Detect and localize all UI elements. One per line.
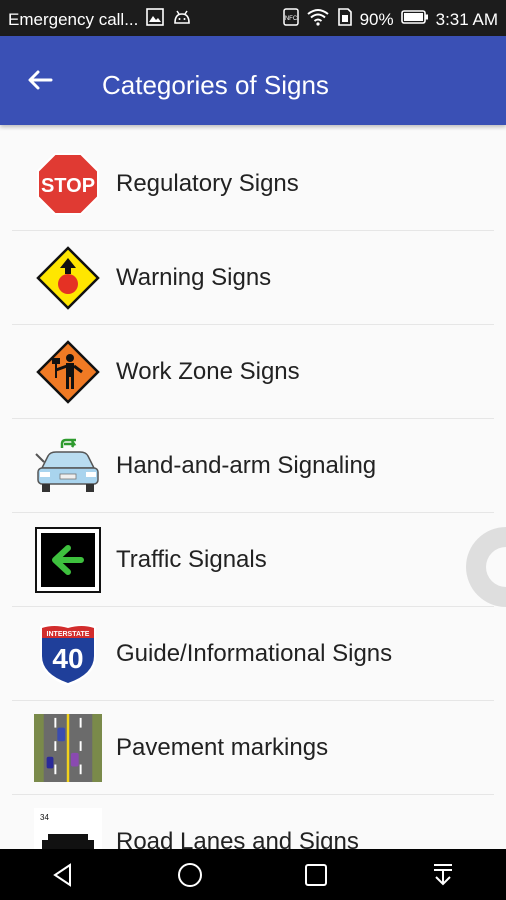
interstate-40-icon: INTERSTATE 40 [34, 620, 102, 688]
road-markings-icon [34, 713, 102, 782]
list-item-label: Work Zone Signs [116, 357, 300, 385]
nav-home-button[interactable] [165, 855, 215, 895]
gallery-icon [146, 8, 165, 31]
svg-text:NFC: NFC [284, 16, 297, 22]
list-item-traffic-signals[interactable]: Traffic Signals [12, 513, 494, 607]
car-signal-icon [34, 432, 102, 500]
list-item-pavement-markings[interactable]: Pavement markings [12, 701, 494, 795]
svg-text:34: 34 [40, 813, 49, 822]
battery-percent: 90% [359, 9, 394, 29]
recents-icon [305, 863, 328, 886]
list-item-label: Traffic Signals [116, 545, 267, 573]
category-list[interactable]: STOP Regulatory Signs Warning Signs Work… [0, 137, 506, 849]
wifi-icon [306, 8, 330, 31]
android-icon [172, 9, 192, 30]
list-item-label: Hand-and-arm Signaling [116, 451, 377, 479]
nfc-icon: NFC [282, 8, 299, 31]
back-button[interactable] [22, 62, 58, 98]
partial-sign-icon: 34 [34, 807, 102, 849]
list-item-label: Pavement markings [116, 733, 329, 761]
page-title: Categories of Signs [102, 70, 329, 100]
list-item-regulatory-signs[interactable]: STOP Regulatory Signs [12, 137, 494, 231]
list-item-work-zone-signs[interactable]: Work Zone Signs [12, 325, 494, 419]
list-item-warning-signs[interactable]: Warning Signs [12, 231, 494, 325]
list-item-label: Road Lanes and Signs [116, 827, 359, 850]
stop-sign-icon: STOP [34, 150, 102, 218]
clock: 3:31 AM [435, 9, 498, 29]
status-bar: Emergency call... NFC 90% 3:31 AM [0, 0, 506, 36]
notification-text: Emergency call... [8, 9, 139, 29]
home-icon [177, 862, 202, 887]
svg-text:INTERSTATE: INTERSTATE [47, 631, 90, 638]
list-item-hand-and-arm-signaling[interactable]: Hand-and-arm Signaling [12, 419, 494, 513]
green-arrow-signal-icon [34, 526, 102, 594]
nav-notification-pull-button[interactable] [418, 855, 468, 895]
list-item-road-lanes-and-signs[interactable]: 34 Road Lanes and Signs [12, 795, 494, 849]
arrow-left-icon [28, 70, 53, 90]
svg-text:40: 40 [52, 643, 83, 674]
nav-back-button[interactable] [38, 855, 88, 895]
list-item-label: Guide/Informational Signs [116, 639, 393, 667]
work-zone-sign-icon [34, 338, 102, 406]
battery-icon [400, 9, 429, 30]
notification-pull-icon [433, 863, 452, 885]
nav-recents-button[interactable] [291, 855, 341, 895]
svg-text:STOP: STOP [41, 175, 95, 197]
back-icon [53, 862, 72, 887]
warning-sign-icon [34, 244, 102, 312]
navigation-bar [0, 849, 506, 900]
sim-icon [337, 8, 353, 31]
list-item-label: Regulatory Signs [116, 169, 299, 197]
list-item-label: Warning Signs [116, 263, 272, 291]
app-bar: Categories of Signs [0, 36, 506, 125]
list-item-guide-informational-signs[interactable]: INTERSTATE 40 Guide/Informational Signs [12, 607, 494, 701]
